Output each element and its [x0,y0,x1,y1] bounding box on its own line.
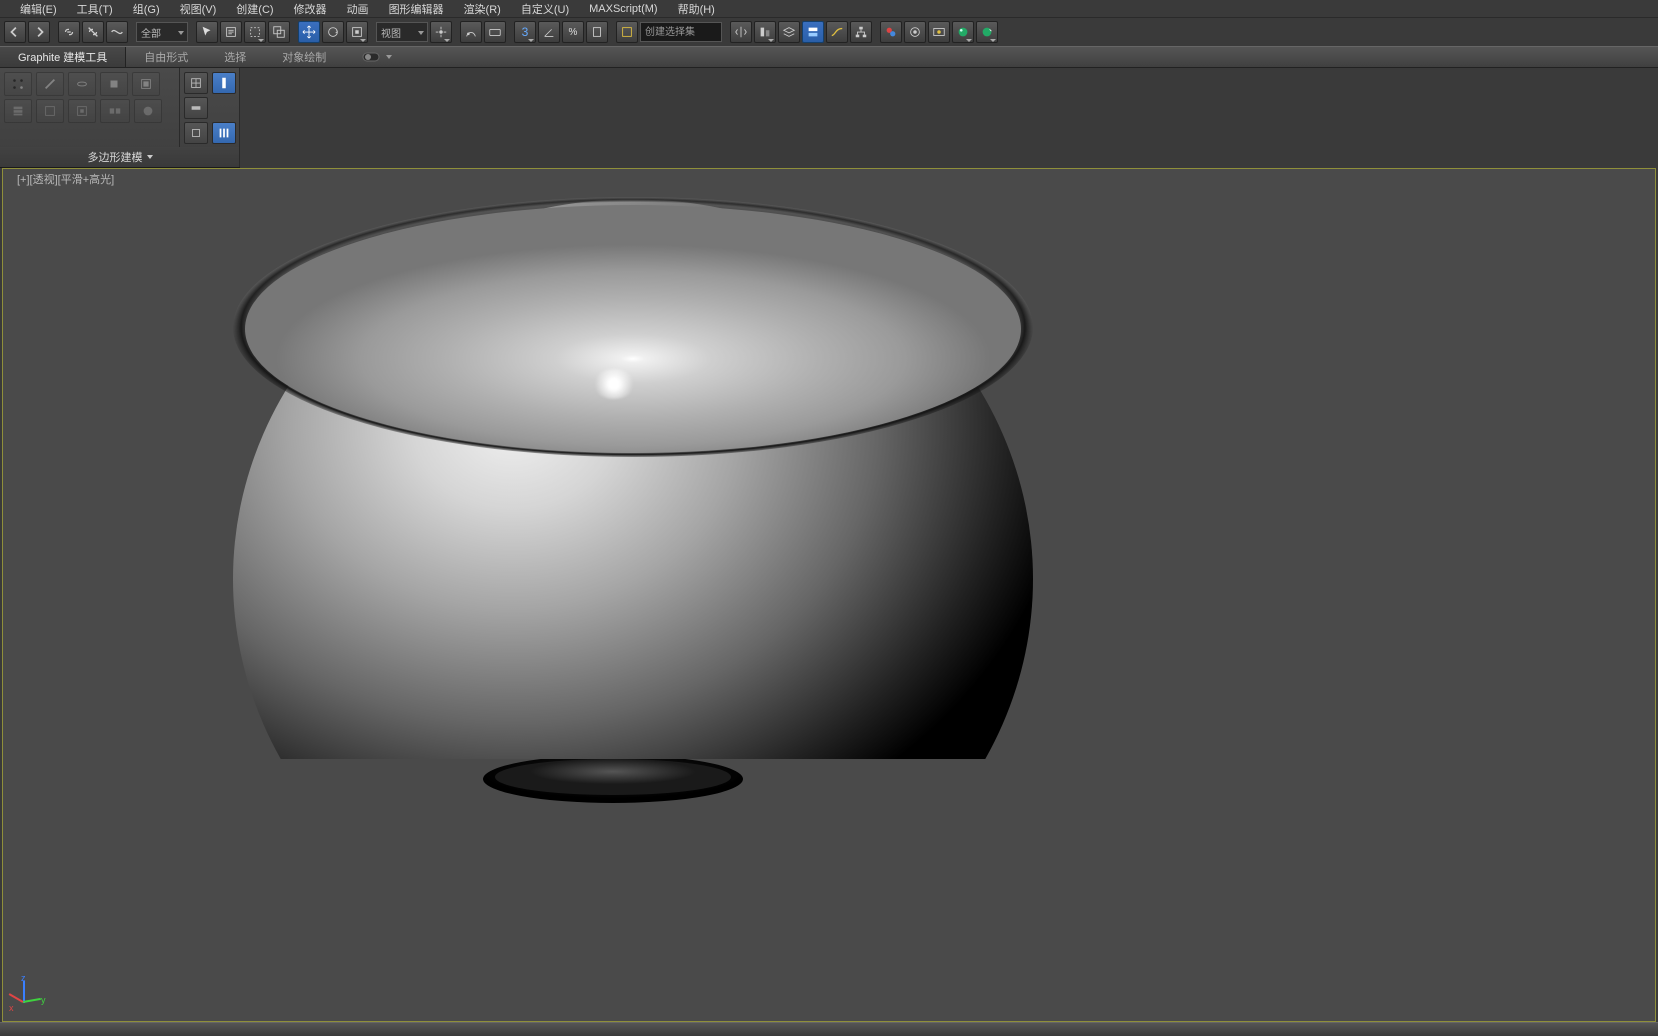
render-frame-button[interactable] [928,21,950,43]
select-by-name-button[interactable] [220,21,242,43]
menu-edit[interactable]: 编辑(E) [10,0,67,18]
ribbon-panel-title-label: 多边形建模 [88,149,143,165]
percent-snap-button[interactable]: % [562,21,584,43]
bind-spacewarp-button[interactable] [106,21,128,43]
subobj-vertex-button[interactable] [4,72,32,96]
main-toolbar: 全部 视图 3 % 创建选择集 [0,18,1658,46]
select-manipulate-button[interactable] [460,21,482,43]
select-scale-button[interactable] [346,21,368,43]
ribbon-panel-polygon-modeling: 多边形建模 [0,68,240,168]
named-selection-edit-button[interactable] [616,21,638,43]
tab-graphite-modeling[interactable]: Graphite 建模工具 [0,47,126,67]
toggle-show-cage-button[interactable] [212,122,236,144]
mirror-button[interactable] [730,21,752,43]
undo-button[interactable] [4,21,26,43]
render-production-button[interactable] [952,21,974,43]
preview-off-button[interactable] [36,99,64,123]
axis-y-label: y [41,995,46,1005]
preview-subobj-button[interactable] [68,99,96,123]
viewport[interactable]: [+][透视][平滑+高光] z y x [2,168,1656,1022]
layer-manager-button[interactable] [778,21,800,43]
axis-gizmo: z y x [11,971,51,1011]
tab-selection[interactable]: 选择 [206,47,264,67]
menu-tools[interactable]: 工具(T) [67,0,123,18]
snap-toggle-button[interactable]: 3 [514,21,536,43]
axis-z-label: z [21,973,26,983]
axis-x-label: x [9,1003,14,1013]
viewport-canvas[interactable] [3,169,1655,1021]
pivot-center-button[interactable] [430,21,452,43]
modifier-stack-button[interactable] [4,99,32,123]
bowl-model-specular [593,369,635,399]
render-setup-button[interactable] [904,21,926,43]
toggle-use-soft-selection-button[interactable] [212,72,236,94]
menu-views[interactable]: 视图(V) [170,0,227,18]
align-button[interactable] [754,21,776,43]
subobj-polygon-button[interactable] [100,72,128,96]
menu-animation[interactable]: 动画 [337,0,379,18]
menu-create[interactable]: 创建(C) [226,0,283,18]
preview-multi-button[interactable] [100,99,130,123]
menu-rendering[interactable]: 渲染(R) [454,0,511,18]
menu-group[interactable]: 组(G) [123,0,170,18]
toggle-generate-topology-button[interactable] [184,72,208,94]
ribbon-expand-button[interactable] [344,47,410,67]
selection-filter-dropdown[interactable]: 全部 [136,22,188,42]
ribbon-tab-bar: Graphite 建模工具 自由形式 选择 对象绘制 [0,46,1658,68]
tab-freeform[interactable]: 自由形式 [126,47,206,67]
curve-editor-button[interactable] [826,21,848,43]
menu-customize[interactable]: 自定义(U) [511,0,579,18]
select-object-button[interactable] [196,21,218,43]
toggle-constraint-button[interactable] [184,97,208,119]
subobj-element-button[interactable] [132,72,160,96]
graphite-toggle-button[interactable] [802,21,824,43]
tab-object-paint[interactable]: 对象绘制 [264,47,344,67]
schematic-view-button[interactable] [850,21,872,43]
named-selection-input[interactable]: 创建选择集 [640,22,722,42]
menu-bar: 编辑(E) 工具(T) 组(G) 视图(V) 创建(C) 修改器 动画 图形编辑… [0,0,1658,18]
subobj-edge-button[interactable] [36,72,64,96]
redo-button[interactable] [28,21,50,43]
window-crossing-button[interactable] [268,21,290,43]
toggle-ignore-backfacing-button[interactable] [184,122,208,144]
select-region-button[interactable] [244,21,266,43]
menu-graph-editors[interactable]: 图形编辑器 [379,0,454,18]
material-editor-button[interactable] [880,21,902,43]
reference-coord-dropdown[interactable]: 视图 [376,22,428,42]
render-last-button[interactable] [976,21,998,43]
angle-snap-button[interactable] [538,21,560,43]
menu-help[interactable]: 帮助(H) [668,0,725,18]
menu-modifiers[interactable]: 修改器 [284,0,337,18]
bowl-model-foot-inner [495,759,731,795]
chevron-down-icon [147,155,153,159]
select-move-button[interactable] [298,21,320,43]
axis-x-icon [9,993,24,1003]
timeline-strip[interactable] [0,1022,1658,1036]
ribbon-panel-title[interactable]: 多边形建模 [0,147,240,167]
select-rotate-button[interactable] [322,21,344,43]
menu-maxscript[interactable]: MAXScript(M) [579,2,667,16]
link-button[interactable] [58,21,80,43]
collapse-stack-button[interactable] [134,99,162,123]
axis-y-icon [23,998,41,1003]
spinner-snap-button[interactable] [586,21,608,43]
bowl-model-inner [245,205,1021,453]
keyboard-shortcut-button[interactable] [484,21,506,43]
unlink-button[interactable] [82,21,104,43]
subobj-border-button[interactable] [68,72,96,96]
